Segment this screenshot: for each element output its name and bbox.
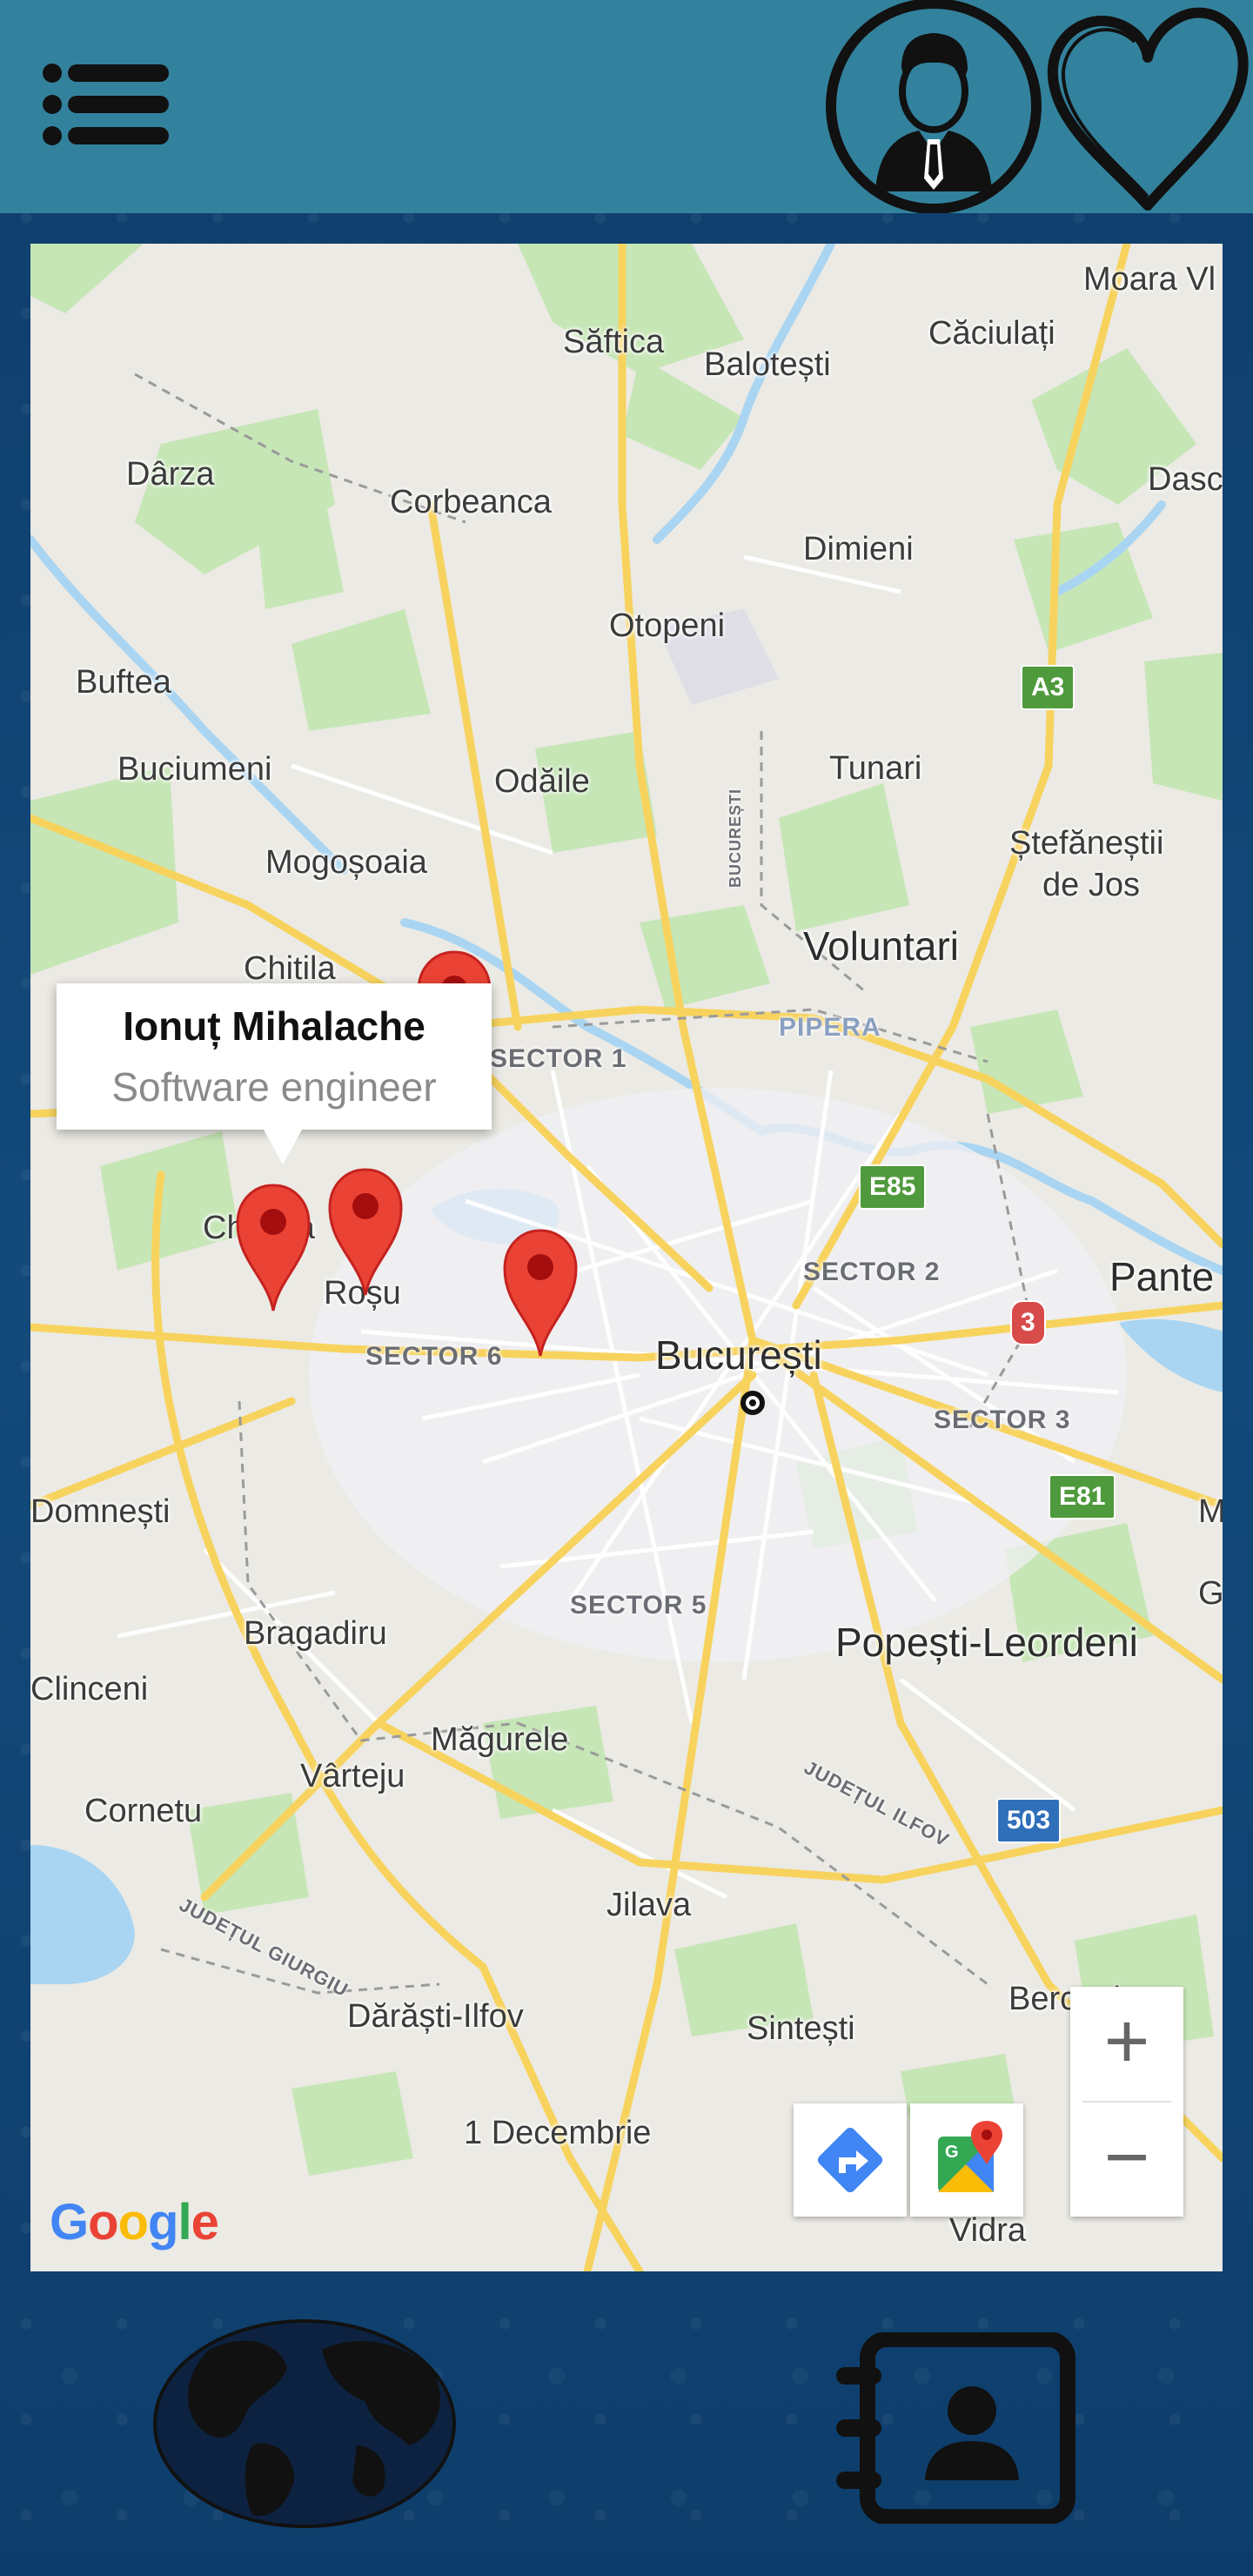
place-label: Sintești — [747, 2010, 855, 2047]
sector-label: SECTOR 5 — [570, 1591, 707, 1620]
place-label: Vidra — [949, 2212, 1027, 2249]
place-label: Dimieni — [803, 531, 914, 567]
place-label: Buftea — [76, 664, 171, 701]
place-label: G — [1198, 1575, 1223, 1612]
address-book-icon — [836, 2331, 1075, 2525]
route-shield: 3 — [1010, 1300, 1046, 1345]
heart-outline-icon — [1047, 7, 1249, 211]
globe-icon — [153, 2319, 456, 2528]
info-window-name: Ionuț Mihalache — [123, 1003, 425, 1049]
place-label: Dărăști-Ilfov — [347, 1998, 524, 2035]
map-marker[interactable] — [501, 1227, 580, 1358]
place-label: Căciulați — [928, 315, 1055, 352]
place-label: Mogoșoaia — [265, 844, 427, 881]
place-label: Vârteju — [300, 1758, 405, 1794]
google-logo: Google — [50, 2193, 219, 2251]
place-label: Dasc — [1148, 461, 1223, 498]
info-window-job-title: Software engineer — [111, 1064, 437, 1110]
sector-label: SECTOR 1 — [490, 1044, 627, 1073]
sector-label: SECTOR 6 — [365, 1342, 503, 1371]
place-label: București — [655, 1332, 822, 1378]
info-window-pointer — [264, 1130, 302, 1164]
place-label: Cornetu — [84, 1793, 203, 1829]
google-logo-letter: o — [117, 2194, 149, 2251]
route-shield: E81 — [1049, 1474, 1116, 1519]
open-in-google-maps-button[interactable]: G — [910, 2103, 1023, 2217]
google-logo-letter: l — [178, 2194, 191, 2251]
place-label: Voluntari — [803, 923, 960, 969]
place-label: Odăile — [494, 763, 590, 800]
place-label: Moara Vl — [1083, 261, 1216, 298]
map-marker[interactable] — [234, 1182, 312, 1312]
place-label: Dârza — [126, 456, 215, 493]
place-label: de Jos — [1042, 867, 1140, 903]
place-label: Buciumeni — [117, 751, 272, 788]
google-logo-letter: g — [148, 2194, 178, 2251]
place-label: Balotești — [704, 346, 831, 383]
favorites-button[interactable] — [1042, 0, 1253, 213]
google-logo-letter: e — [191, 2194, 219, 2251]
place-label: Domnești — [30, 1493, 171, 1530]
map-tab-button[interactable] — [148, 2315, 461, 2532]
google-logo-letter: G — [50, 2194, 89, 2251]
map-view[interactable]: Moara Vl Săftica Căciulați Balotești Dâr… — [30, 244, 1223, 2271]
zoom-divider — [1082, 2101, 1171, 2103]
route-shield: E85 — [859, 1164, 927, 1210]
map-pin-icon — [328, 1168, 403, 1296]
sector-label: SECTOR 3 — [934, 1405, 1071, 1434]
place-label: Pante — [1109, 1254, 1215, 1299]
zoom-out-button[interactable]: − — [1070, 2103, 1183, 2217]
place-label: Corbeanca — [390, 484, 552, 520]
place-label: Chitila — [244, 950, 336, 987]
route-shield: 503 — [996, 1798, 1062, 1843]
map-base-layer — [30, 244, 1223, 2271]
directions-icon — [817, 2127, 883, 2193]
menu-lines-icon — [43, 64, 169, 145]
businessman-avatar-icon — [826, 0, 1042, 214]
map-marker[interactable] — [326, 1166, 405, 1297]
google-maps-icon: G — [938, 2121, 1002, 2192]
place-label: M — [1198, 1493, 1223, 1530]
map-pin-icon — [503, 1229, 578, 1357]
place-label: Măgurele — [431, 1721, 569, 1758]
sector-label: SECTOR 2 — [803, 1258, 941, 1286]
place-label: Popești-Leordeni — [835, 1620, 1138, 1665]
google-logo-letter: o — [88, 2194, 118, 2251]
contacts-tab-button[interactable] — [831, 2331, 1083, 2525]
place-label: 1 Decembrie — [464, 2115, 652, 2151]
place-label: Jilava — [606, 1887, 692, 1923]
area-label-pipera: PIPERA — [779, 1013, 881, 1042]
place-label: Otopeni — [609, 607, 726, 644]
svg-text:G: G — [945, 2143, 959, 2162]
map-pin-icon — [236, 1184, 311, 1311]
top-app-bar — [0, 0, 1253, 214]
zoom-control: + − — [1070, 1987, 1183, 2217]
route-shield: A3 — [1021, 665, 1075, 710]
place-label: Clinceni — [30, 1671, 149, 1707]
place-label: Tunari — [829, 750, 922, 787]
road-label: BUCUREȘTI — [727, 788, 744, 888]
directions-button[interactable] — [794, 2103, 907, 2217]
menu-button[interactable] — [42, 63, 172, 150]
place-label: Ștefăneștii — [1009, 825, 1164, 862]
profile-button[interactable] — [825, 0, 1042, 214]
place-label: Bragadiru — [244, 1615, 387, 1652]
marker-info-window[interactable]: Ionuț Mihalache Software engineer — [57, 983, 492, 1164]
zoom-in-button[interactable]: + — [1070, 1987, 1183, 2100]
place-label: Săftica — [563, 324, 665, 360]
